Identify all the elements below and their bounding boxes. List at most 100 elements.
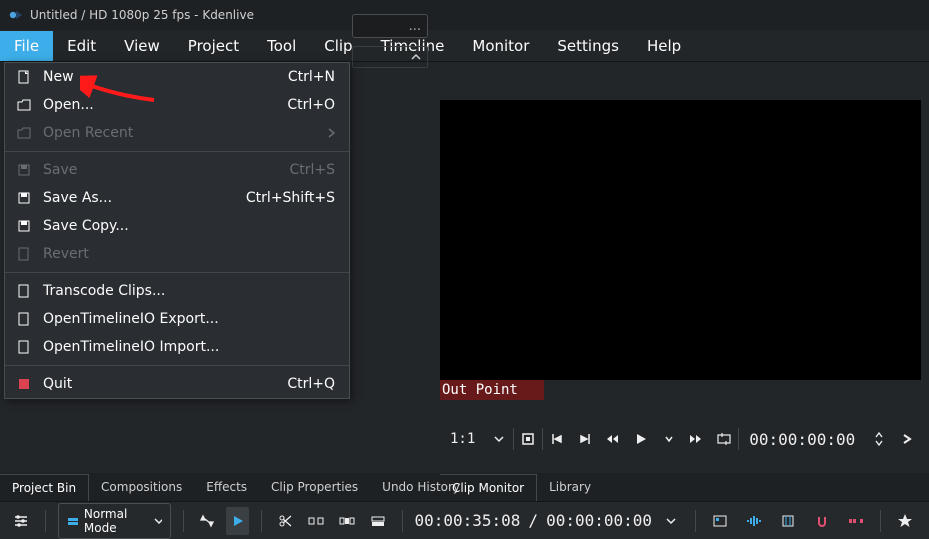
forward-button[interactable] xyxy=(683,425,711,453)
open-recent-icon xyxy=(15,124,33,142)
menu-item-label: Open Recent xyxy=(43,125,327,141)
menu-view[interactable]: View xyxy=(110,31,174,61)
tab-clip-monitor[interactable]: Clip Monitor xyxy=(440,474,537,501)
lift-zone-button[interactable] xyxy=(336,507,359,535)
monitor-timecode[interactable]: 00:00:00:00 xyxy=(739,430,865,449)
scale-dropdown[interactable] xyxy=(485,425,513,453)
show-audio-thumbs-button[interactable] xyxy=(740,507,768,535)
play-dropdown[interactable] xyxy=(655,425,683,453)
extract-zone-button[interactable] xyxy=(305,507,328,535)
rewind-button[interactable] xyxy=(599,425,627,453)
menu-settings[interactable]: Settings xyxy=(543,31,633,61)
menu-item-opentimelineio-export[interactable]: OpenTimelineIO Export... xyxy=(5,305,349,333)
menu-item-label: Save xyxy=(43,162,289,178)
menu-item-shortcut: Ctrl+S xyxy=(289,162,335,178)
edit-mode-select[interactable]: Normal Mode xyxy=(58,503,171,539)
menu-edit[interactable]: Edit xyxy=(53,31,110,61)
menu-item-opentimelineio-import[interactable]: OpenTimelineIO Import... xyxy=(5,333,349,361)
quit-icon xyxy=(15,375,33,393)
menu-item-open-recent: Open Recent xyxy=(5,119,349,147)
tab-effects[interactable]: Effects xyxy=(194,474,259,500)
menu-item-open[interactable]: Open...Ctrl+O xyxy=(5,91,349,119)
export-icon xyxy=(15,310,33,328)
tab-project-bin[interactable]: Project Bin xyxy=(0,474,89,501)
scissors-icon xyxy=(278,514,292,528)
menu-item-shortcut: Ctrl+Q xyxy=(287,376,335,392)
import-icon xyxy=(15,338,33,356)
menu-separator xyxy=(5,151,349,152)
edit-mode-button[interactable] xyxy=(710,425,738,453)
favorite-effects-button[interactable] xyxy=(891,507,919,535)
normal-mode-icon xyxy=(67,515,78,527)
file-menu-dropdown: NewCtrl+NOpen...Ctrl+OOpen RecentSaveCtr… xyxy=(4,62,350,399)
menu-item-label: OpenTimelineIO Export... xyxy=(43,311,335,327)
menu-item-label: Save As... xyxy=(43,190,246,206)
open-file-icon xyxy=(15,96,33,114)
menu-monitor[interactable]: Monitor xyxy=(458,31,543,61)
monitor-options-button[interactable] xyxy=(893,425,921,453)
menu-item-label: Open... xyxy=(43,97,287,113)
menu-item-label: Quit xyxy=(43,376,287,392)
chevron-down-icon xyxy=(665,435,673,443)
cut-button[interactable] xyxy=(274,507,297,535)
playhead-timecode[interactable]: 00:00:35:08 xyxy=(414,511,520,530)
menu-item-save-copy[interactable]: Save Copy... xyxy=(5,212,349,240)
snap-button[interactable] xyxy=(808,507,836,535)
monitor-controls: 1:1 00:00:00:00 xyxy=(440,420,921,458)
menu-item-shortcut: Ctrl+O xyxy=(287,97,335,113)
tab-library[interactable]: Library xyxy=(537,474,603,501)
timecode-stepper[interactable] xyxy=(865,425,893,453)
zoom-fit-button[interactable] xyxy=(842,507,870,535)
timecode-dropdown[interactable] xyxy=(660,507,683,535)
menu-item-save-as[interactable]: Save As...Ctrl+Shift+S xyxy=(5,184,349,212)
save-icon xyxy=(15,161,33,179)
sequence-collapse[interactable] xyxy=(352,46,428,68)
menu-separator xyxy=(5,272,349,273)
monitor-scale[interactable]: 1:1 xyxy=(440,431,485,447)
chevron-right-icon xyxy=(901,433,913,445)
set-zone-button[interactable] xyxy=(514,425,542,453)
window-title: Untitled / HD 1080p 25 fps - Kdenlive xyxy=(30,8,254,22)
menu-project[interactable]: Project xyxy=(174,31,253,61)
star-icon xyxy=(897,513,913,529)
menu-item-quit[interactable]: QuitCtrl+Q xyxy=(5,370,349,398)
menu-help[interactable]: Help xyxy=(633,31,695,61)
menu-item-label: Save Copy... xyxy=(43,218,335,234)
menu-item-label: New xyxy=(43,69,288,85)
play-timeline-button[interactable] xyxy=(226,507,249,535)
menu-file[interactable]: File xyxy=(0,31,53,61)
save-copy-icon xyxy=(15,217,33,235)
track-compositing-button[interactable] xyxy=(195,507,218,535)
out-point-button[interactable] xyxy=(571,425,599,453)
transcode-icon xyxy=(15,282,33,300)
menu-item-transcode-clips[interactable]: Transcode Clips... xyxy=(5,277,349,305)
play-icon xyxy=(232,515,244,527)
out-point-label: Out Point xyxy=(440,380,544,400)
show-video-thumbs-button[interactable] xyxy=(706,507,734,535)
clip-monitor-view[interactable] xyxy=(440,100,921,380)
new-file-icon xyxy=(15,68,33,86)
edit-mode-label: Normal Mode xyxy=(84,507,148,535)
chevron-down-icon xyxy=(154,516,162,526)
menu-item-new[interactable]: NewCtrl+N xyxy=(5,63,349,91)
chevron-down-icon xyxy=(666,516,676,526)
tab-compositions[interactable]: Compositions xyxy=(89,474,194,500)
overwrite-button[interactable] xyxy=(367,507,390,535)
menu-tool[interactable]: Tool xyxy=(253,31,310,61)
chevron-right-icon xyxy=(327,128,335,138)
search-input[interactable]: ... xyxy=(352,14,428,38)
menu-item-label: Revert xyxy=(43,246,335,262)
chevron-down-icon xyxy=(494,434,504,444)
timeline-toolbar: Normal Mode 00:00:35:08 / 00:00:00:00 xyxy=(0,501,929,539)
show-markers-button[interactable] xyxy=(774,507,802,535)
tab-clip-properties[interactable]: Clip Properties xyxy=(259,474,370,500)
timeline-settings-button[interactable] xyxy=(10,507,33,535)
duration-timecode[interactable]: 00:00:00:00 xyxy=(546,511,652,530)
play-button[interactable] xyxy=(627,425,655,453)
lower-tab-strip: Project Bin Compositions Effects Clip Pr… xyxy=(0,473,929,501)
title-bar: Untitled / HD 1080p 25 fps - Kdenlive xyxy=(0,0,929,30)
in-point-button[interactable] xyxy=(543,425,571,453)
app-icon xyxy=(8,7,24,23)
menu-item-shortcut: Ctrl+Shift+S xyxy=(246,190,335,206)
chevron-up-icon xyxy=(411,52,421,62)
